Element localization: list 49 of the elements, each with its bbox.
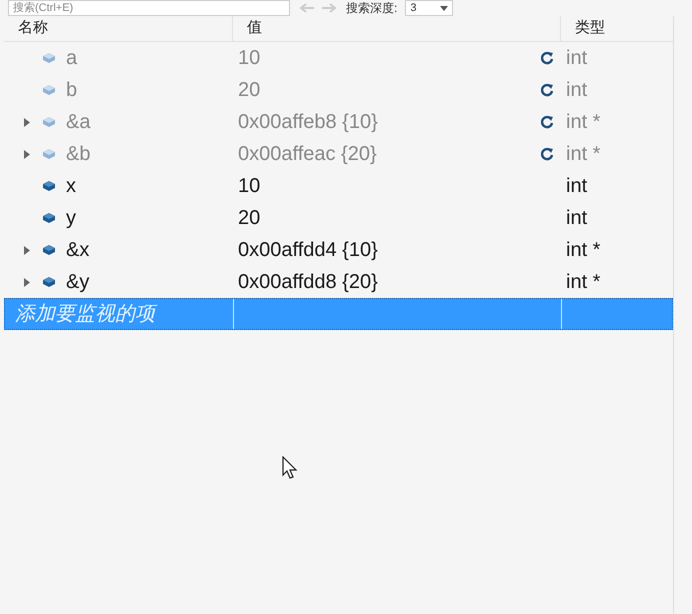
depth-label: 搜索深度: — [346, 2, 398, 14]
variable-name: &x — [66, 238, 90, 263]
variable-icon — [42, 276, 56, 288]
refresh-icon[interactable] — [541, 83, 554, 97]
variable-type: int * — [565, 238, 600, 263]
add-watch-placeholder: 添加要监视的项 — [5, 299, 233, 329]
variable-value: 0x00affdd8 {20} — [237, 270, 378, 295]
variable-type: int — [565, 46, 588, 71]
refresh-icon[interactable] — [541, 51, 554, 65]
column-header[interactable]: 类型 — [560, 16, 670, 41]
variable-value: 10 — [237, 174, 260, 199]
variable-type: int — [565, 206, 588, 231]
expand-arrow-icon[interactable] — [24, 150, 30, 158]
mouse-cursor-icon — [282, 456, 298, 480]
search-field[interactable]: 搜索(Ctrl+E) — [8, 0, 290, 16]
variable-icon — [42, 212, 56, 224]
variable-type: int — [565, 174, 588, 199]
refresh-icon[interactable] — [541, 115, 554, 129]
variable-name: b — [66, 78, 78, 103]
variable-type: int * — [565, 110, 600, 135]
variable-type: int * — [565, 270, 600, 295]
variable-value: 20 — [237, 206, 260, 231]
variable-icon — [42, 148, 56, 160]
variable-icon — [42, 84, 56, 96]
column-header[interactable]: 值 — [232, 16, 560, 41]
expand-arrow-icon[interactable] — [24, 278, 30, 286]
variable-value: 10 — [237, 46, 260, 71]
refresh-icon[interactable] — [541, 147, 554, 161]
variable-name: &y — [66, 270, 90, 295]
expand-arrow-icon[interactable] — [24, 118, 30, 126]
variable-name: y — [66, 206, 76, 231]
variable-value: 0x00affeb8 {10} — [237, 110, 378, 135]
column-header[interactable]: 名称 — [4, 16, 232, 41]
variable-value: 20 — [237, 78, 260, 103]
variable-value: 0x00affeac {20} — [237, 142, 377, 167]
caret-icon — [440, 6, 448, 10]
depth-dropdown[interactable]: 3 — [405, 0, 454, 16]
variable-icon — [42, 244, 56, 256]
variable-name: x — [66, 174, 76, 199]
variable-icon — [42, 180, 56, 192]
variable-icon — [42, 116, 56, 128]
expand-arrow-icon[interactable] — [24, 246, 30, 254]
variable-type: int * — [565, 142, 600, 167]
variable-name: &b — [66, 142, 90, 167]
variable-icon — [42, 52, 56, 64]
variable-value: 0x00affdd4 {10} — [237, 238, 378, 263]
variable-name: a — [66, 46, 78, 71]
variable-name: &a — [66, 110, 90, 135]
variable-type: int — [565, 78, 588, 103]
